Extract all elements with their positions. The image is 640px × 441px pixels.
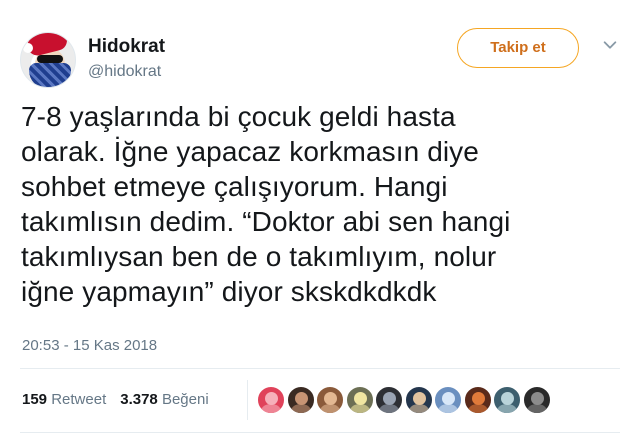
liker-avatar-body	[379, 404, 399, 413]
user-handle[interactable]: @hidokrat	[88, 63, 161, 81]
retweet-label: Retweet	[51, 391, 107, 408]
liker-avatar[interactable]	[521, 385, 552, 415]
liker-avatar-body	[467, 404, 488, 413]
tweet-timestamp[interactable]: 20:53 - 15 Kas 2018	[22, 337, 157, 354]
liker-avatar-body	[349, 404, 370, 413]
retweet-count: 159	[22, 391, 48, 408]
liker-avatar[interactable]	[285, 385, 316, 415]
retweet-stat[interactable]: 159 Retweet	[22, 391, 106, 408]
follow-button[interactable]: Takip et	[457, 28, 579, 68]
divider-bottom	[20, 432, 620, 433]
avatar-hat-pom	[23, 43, 33, 53]
liker-avatar-body	[408, 404, 429, 413]
tweet-text: 7-8 yaşlarında bi çocuk geldi hasta olar…	[21, 101, 511, 307]
avatar-sunglasses	[37, 55, 63, 63]
chevron-down-icon-svg	[603, 41, 617, 49]
tweet-header: Hidokrat @hidokrat Takip et	[20, 28, 620, 88]
like-label: Beğeni	[161, 391, 209, 408]
chevron-down-icon[interactable]	[600, 36, 620, 56]
avatar-bandana	[29, 63, 71, 87]
divider-top	[20, 368, 620, 369]
user-display-name[interactable]: Hidokrat	[88, 36, 165, 58]
user-avatar[interactable]	[20, 32, 76, 88]
liker-avatar-body	[438, 404, 458, 413]
liker-avatar[interactable]	[374, 385, 404, 415]
liker-avatar[interactable]	[256, 385, 286, 415]
liker-avatar[interactable]	[492, 385, 522, 415]
stats-separator	[247, 380, 248, 420]
liker-avatar-body	[261, 404, 281, 413]
liker-avatar-body	[290, 404, 311, 413]
liker-avatar[interactable]	[462, 385, 493, 415]
liker-avatar[interactable]	[403, 385, 434, 415]
liker-avatar[interactable]	[315, 385, 345, 415]
tweet-stats: 159 Retweet 3.378 Beğeni	[22, 391, 209, 408]
like-count: 3.378	[120, 391, 158, 408]
liker-avatar-body	[320, 404, 340, 413]
liker-avatar-body	[497, 404, 517, 413]
liker-avatar[interactable]	[344, 385, 375, 415]
liker-avatar[interactable]	[433, 385, 463, 415]
liker-avatar-body	[526, 404, 547, 413]
like-stat[interactable]: 3.378 Beğeni	[120, 391, 208, 408]
